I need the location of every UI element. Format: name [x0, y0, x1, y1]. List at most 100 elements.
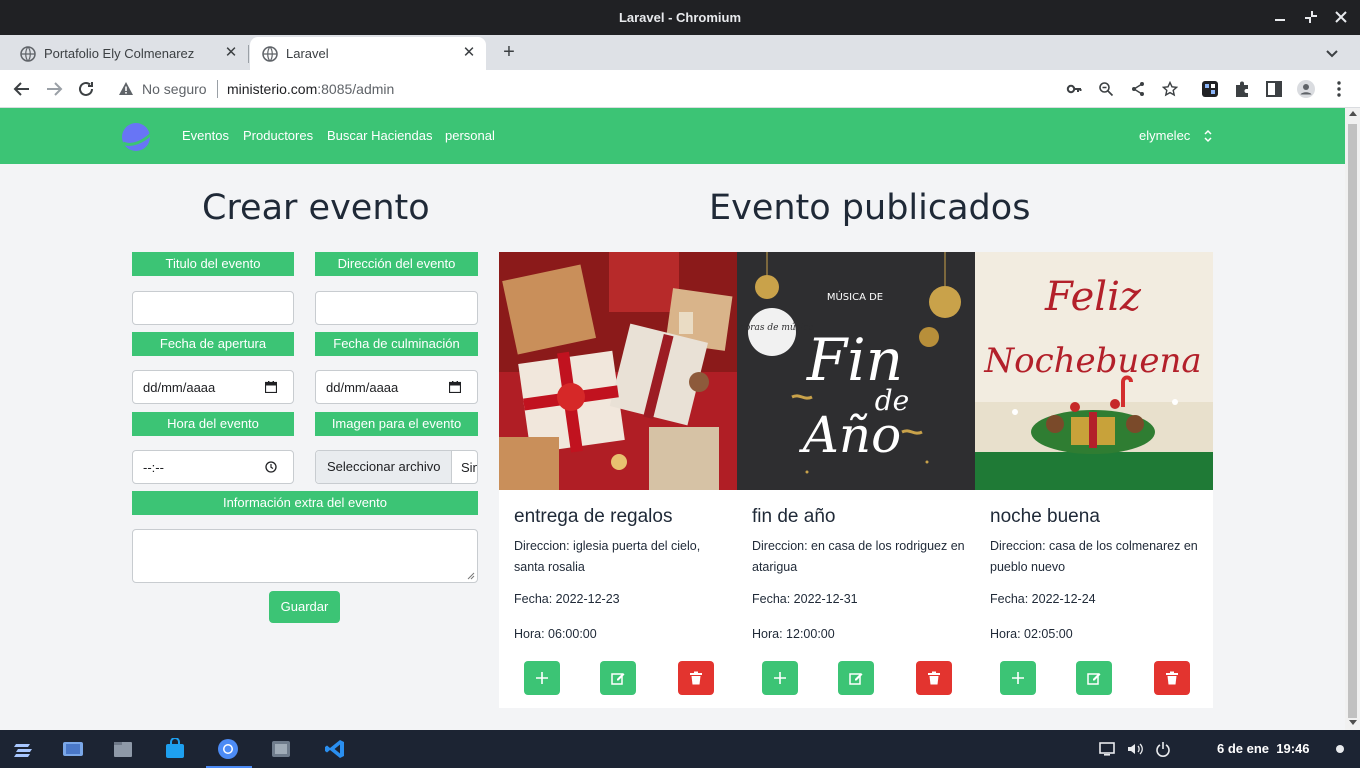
- delete-button[interactable]: [1154, 661, 1190, 695]
- label-titulo: Titulo del evento: [132, 252, 294, 276]
- titulo-input[interactable]: [132, 291, 294, 325]
- add-button[interactable]: [1000, 661, 1036, 695]
- page-scrollbar[interactable]: [1345, 108, 1360, 730]
- event-fecha: Fecha: 2022-12-23: [514, 592, 620, 606]
- calendar-icon[interactable]: [265, 381, 277, 393]
- warning-icon[interactable]: [118, 81, 134, 97]
- delete-button[interactable]: [678, 661, 714, 695]
- close-window-icon[interactable]: [1333, 9, 1349, 25]
- nav-link-buscar-haciendas[interactable]: Buscar Haciendas: [327, 128, 433, 143]
- display-icon[interactable]: [1099, 741, 1115, 757]
- label-hora: Hora del evento: [132, 412, 294, 436]
- plus-icon: [774, 672, 786, 684]
- event-hora: Hora: 12:00:00: [752, 627, 835, 641]
- trash-icon: [1166, 671, 1178, 685]
- edit-button[interactable]: [1076, 661, 1112, 695]
- calendar-icon[interactable]: [449, 381, 461, 393]
- delete-button[interactable]: [916, 661, 952, 695]
- scroll-up-icon[interactable]: [1349, 111, 1357, 116]
- files-icon[interactable]: [112, 738, 134, 760]
- fecha-apertura-input[interactable]: dd/mm/aaaa: [132, 370, 294, 404]
- zoom-icon[interactable]: [1098, 81, 1114, 97]
- nav-link-eventos[interactable]: Eventos: [182, 128, 229, 143]
- info-textarea[interactable]: [132, 529, 478, 583]
- extension-app-icon[interactable]: [1201, 80, 1219, 98]
- label-imagen: Imagen para el evento: [315, 412, 478, 436]
- direccion-input[interactable]: [315, 291, 478, 325]
- address-bar[interactable]: No seguro ministerio.com:8085/admin: [108, 74, 1194, 104]
- puzzle-icon[interactable]: [1233, 80, 1251, 98]
- zorin-menu-icon[interactable]: [12, 738, 34, 760]
- chromium-icon[interactable]: [217, 738, 239, 760]
- screenshot-app-icon[interactable]: [270, 738, 292, 760]
- edit-button[interactable]: [838, 661, 874, 695]
- page-viewport: Eventos Productores Buscar Haciendas per…: [0, 108, 1345, 730]
- sort-arrows-icon[interactable]: [1203, 129, 1213, 143]
- event-fecha: Fecha: 2022-12-31: [752, 592, 858, 606]
- select-file-button[interactable]: Seleccionar archivo: [316, 451, 453, 483]
- tab-close-icon[interactable]: ✕: [460, 44, 478, 62]
- label-fecha-culminacion: Fecha de culminación: [315, 332, 478, 356]
- reload-icon[interactable]: [76, 79, 96, 99]
- edit-icon: [1087, 673, 1101, 685]
- event-fecha: Fecha: 2022-12-24: [990, 592, 1096, 606]
- omnibox-divider: [217, 80, 218, 98]
- window-titlebar: Laravel - Chromium: [0, 0, 1360, 35]
- scroll-down-icon[interactable]: [1349, 720, 1357, 725]
- planet-logo-icon[interactable]: [120, 120, 154, 154]
- key-icon[interactable]: [1066, 81, 1082, 97]
- security-status[interactable]: No seguro: [142, 81, 207, 97]
- new-tab-button[interactable]: +: [498, 42, 520, 64]
- tab-portafolio[interactable]: Portafolio Ely Colmenarez ✕: [8, 37, 248, 70]
- url-host: ministerio.com: [227, 81, 318, 97]
- forward-arrow-icon[interactable]: [44, 79, 64, 99]
- side-panel-icon[interactable]: [1265, 80, 1283, 98]
- chevron-down-icon[interactable]: [1322, 43, 1342, 63]
- nav-link-personal[interactable]: personal: [445, 128, 495, 143]
- workspaces-icon[interactable]: [62, 738, 84, 760]
- user-menu[interactable]: elymelec: [1139, 128, 1190, 143]
- power-icon[interactable]: [1155, 741, 1171, 757]
- plus-icon: [1012, 672, 1024, 684]
- fecha-culminacion-input[interactable]: dd/mm/aaaa: [315, 370, 478, 404]
- clock-time: 19:46: [1276, 741, 1310, 756]
- event-card: 2 horas de música MÚSICA DE Fin de Año f…: [737, 252, 975, 708]
- image-caption-feliz: Feliz: [1044, 274, 1142, 320]
- resize-grip-icon[interactable]: [467, 572, 475, 580]
- add-button[interactable]: [762, 661, 798, 695]
- share-icon[interactable]: [1130, 81, 1146, 97]
- create-event-title: Crear evento: [202, 188, 430, 228]
- scrollbar-thumb[interactable]: [1348, 124, 1357, 718]
- url-text[interactable]: ministerio.com:8085/admin: [227, 81, 394, 97]
- event-title: fin de año: [752, 506, 836, 527]
- software-store-icon[interactable]: [164, 738, 186, 760]
- nav-link-productores[interactable]: Productores: [243, 128, 313, 143]
- star-icon[interactable]: [1162, 81, 1178, 97]
- imagen-file-input[interactable]: Seleccionar archivo Sin: [315, 450, 478, 484]
- edit-icon: [849, 673, 863, 685]
- volume-icon[interactable]: [1127, 741, 1143, 757]
- edit-button[interactable]: [600, 661, 636, 695]
- vscode-icon[interactable]: [324, 738, 346, 760]
- date-placeholder: dd/mm/aaaa: [326, 380, 399, 395]
- profile-icon[interactable]: [1297, 80, 1315, 98]
- tab-close-icon[interactable]: ✕: [222, 44, 240, 62]
- event-direccion: Direccion: en casa de los rodriguez en a…: [752, 539, 965, 574]
- taskbar-clock[interactable]: 6 de ene 19:46: [1217, 741, 1310, 756]
- add-button[interactable]: [524, 661, 560, 695]
- label-fecha-apertura: Fecha de apertura: [132, 332, 294, 356]
- tab-laravel[interactable]: Laravel ✕: [250, 37, 486, 70]
- trash-icon: [690, 671, 702, 685]
- notification-dot-icon[interactable]: [1336, 745, 1344, 753]
- save-button[interactable]: Guardar: [269, 591, 340, 623]
- clock-icon[interactable]: [265, 461, 277, 473]
- new-year-image: 2 horas de música MÚSICA DE Fin de Año: [737, 252, 975, 490]
- christmas-eve-image: Feliz Nochebuena: [975, 252, 1213, 490]
- kebab-menu-icon[interactable]: [1330, 80, 1348, 98]
- hora-input[interactable]: --:--: [132, 450, 294, 484]
- url-path: :8085/admin: [317, 81, 395, 97]
- restore-icon[interactable]: [1303, 9, 1319, 25]
- os-taskbar: 6 de ene 19:46: [0, 730, 1360, 768]
- back-arrow-icon[interactable]: [12, 79, 32, 99]
- minimize-icon[interactable]: [1272, 9, 1288, 25]
